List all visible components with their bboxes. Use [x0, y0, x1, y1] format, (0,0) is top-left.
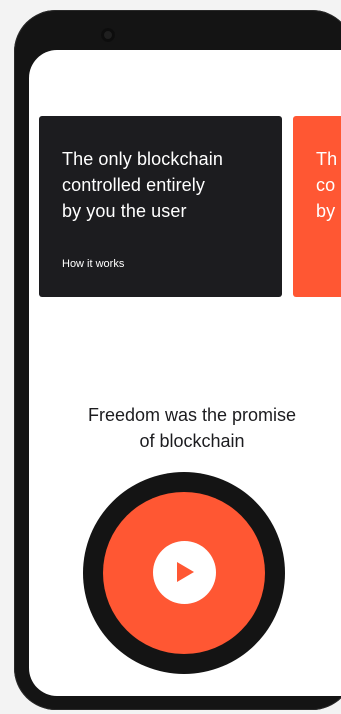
play-button[interactable]	[153, 541, 216, 604]
card-title-partial: Th co by	[316, 149, 338, 221]
play-icon	[177, 562, 194, 582]
phone-frame: The only blockchain controlled entirely …	[14, 10, 341, 710]
feature-card-primary[interactable]: The only blockchain controlled entirely …	[39, 116, 282, 297]
app-screen: The only blockchain controlled entirely …	[29, 50, 341, 696]
camera-icon	[101, 28, 115, 42]
card-title: The only blockchain controlled entirely …	[62, 149, 223, 221]
video-player[interactable]	[103, 492, 265, 654]
video-player-ring	[83, 472, 285, 674]
tagline-heading: Freedom was the promise of blockchain	[87, 405, 297, 451]
how-it-works-link[interactable]: How it works	[62, 258, 124, 270]
feature-card-next[interactable]: Th co by	[293, 116, 341, 297]
feature-carousel[interactable]: The only blockchain controlled entirely …	[39, 116, 341, 297]
